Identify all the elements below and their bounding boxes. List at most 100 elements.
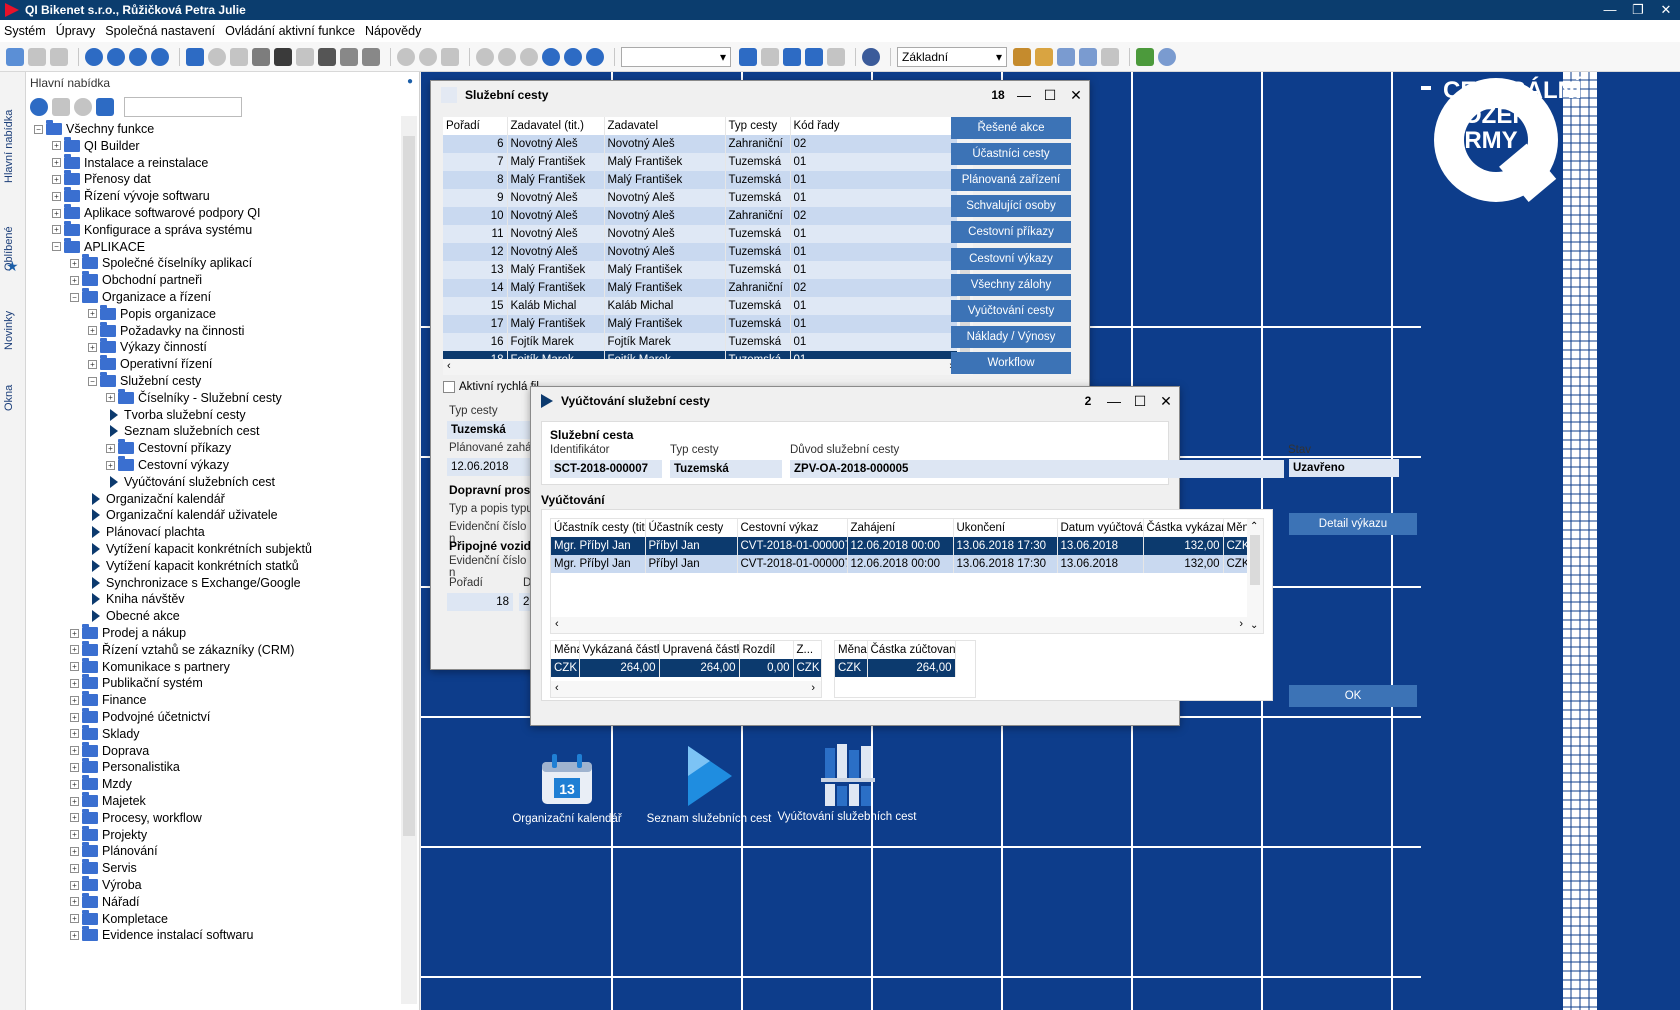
next-page-icon[interactable] bbox=[564, 47, 582, 66]
table-row[interactable]: 17 Malý František Malý František Tuzemská 01 bbox=[443, 315, 958, 333]
help-context-icon[interactable] bbox=[107, 47, 125, 66]
tree-item[interactable]: + Projekty bbox=[70, 825, 147, 844]
print-icon[interactable] bbox=[318, 47, 336, 66]
tree-item[interactable]: − Všechny funkce bbox=[34, 120, 154, 138]
column-header[interactable]: Datum vyúčtování bbox=[1057, 519, 1144, 537]
tree-item[interactable]: Organizační kalendář bbox=[88, 490, 225, 508]
prev-page-icon[interactable] bbox=[498, 47, 516, 66]
replace-icon[interactable] bbox=[296, 47, 314, 66]
view-export-icon[interactable] bbox=[1101, 47, 1119, 66]
quick-filter[interactable]: Aktivní rychlá fil bbox=[443, 381, 539, 393]
column-header[interactable]: Částka vykázaná bbox=[1143, 519, 1224, 537]
expand-icon[interactable]: + bbox=[70, 275, 79, 285]
tab-news[interactable]: Novinky bbox=[3, 300, 23, 360]
table-row[interactable]: 11 Novotný Aleš Novotný Aleš Tuzemská 01 bbox=[443, 225, 958, 243]
sort-icon[interactable] bbox=[783, 47, 801, 66]
expand-icon[interactable]: + bbox=[70, 914, 79, 924]
tree-item[interactable]: Kniha návštěv bbox=[88, 590, 185, 608]
table-row[interactable]: 9 Novotný Aleš Novotný Aleš Tuzemská 01 bbox=[443, 189, 958, 207]
pin-icon[interactable]: ● bbox=[407, 76, 413, 87]
ok-button[interactable]: OK bbox=[1289, 685, 1417, 707]
tree-item[interactable]: + Popis organizace bbox=[88, 304, 216, 323]
sort-az-icon[interactable] bbox=[96, 98, 114, 116]
trip-action-button[interactable]: Účastníci cesty bbox=[951, 143, 1071, 166]
menu-edit[interactable]: Úpravy bbox=[56, 24, 96, 38]
column-header[interactable]: Měna bbox=[835, 641, 868, 659]
expand-icon[interactable]: + bbox=[106, 460, 115, 470]
tree-item[interactable]: + Cestovní výkazy bbox=[106, 456, 229, 474]
globe-icon[interactable] bbox=[1158, 47, 1176, 66]
expand-icon[interactable]: + bbox=[52, 174, 61, 184]
trip-action-button[interactable]: Plánovaná zařízení bbox=[951, 169, 1071, 192]
filter-off-icon[interactable] bbox=[827, 47, 845, 66]
view-settings-icon[interactable] bbox=[1013, 47, 1031, 66]
collapse-icon[interactable]: − bbox=[34, 124, 43, 134]
check-icon[interactable] bbox=[208, 47, 226, 66]
trip-action-button[interactable]: Všechny zálohy bbox=[951, 273, 1071, 296]
column-header[interactable]: Zahájení bbox=[847, 519, 954, 537]
column-header[interactable]: Měna bbox=[1223, 519, 1248, 537]
table-row[interactable]: 12 Novotný Aleš Novotný Aleš Tuzemská 01 bbox=[443, 243, 958, 261]
close-button[interactable]: ✕ bbox=[1652, 2, 1680, 18]
tree-item[interactable]: + Finance bbox=[70, 691, 146, 709]
tree-item[interactable]: Plánovací plachta bbox=[88, 523, 205, 541]
table-row[interactable]: 13 Malý František Malý František Tuzemská 01 bbox=[443, 261, 958, 279]
expand-icon[interactable]: + bbox=[70, 830, 79, 840]
expand-icon[interactable]: + bbox=[52, 191, 61, 201]
trip-action-button[interactable]: Vyúčtování cesty bbox=[951, 299, 1071, 322]
expand-icon[interactable]: + bbox=[70, 712, 79, 722]
tree-item[interactable]: + Prodej a nákup bbox=[70, 624, 186, 642]
collapse-icon[interactable]: − bbox=[88, 376, 97, 386]
tree-item[interactable]: + Požadavky na činnosti bbox=[88, 321, 244, 340]
view-layout-icon[interactable] bbox=[1057, 47, 1075, 66]
expand-icon[interactable]: + bbox=[70, 880, 79, 890]
expand-icon[interactable]: + bbox=[70, 846, 79, 856]
expand-icon[interactable]: + bbox=[88, 326, 97, 336]
column-header[interactable]: Zadavatel bbox=[604, 117, 726, 135]
paste-icon[interactable] bbox=[50, 47, 68, 66]
expand-icon[interactable]: + bbox=[70, 645, 79, 655]
tree-item[interactable]: + Aplikace softwarové podpory QI bbox=[52, 204, 260, 222]
tree-item[interactable]: + Společné číselníky aplikací bbox=[70, 254, 252, 272]
remove-icon[interactable] bbox=[419, 47, 437, 66]
table-row[interactable]: 10 Novotný Aleš Novotný Aleš Zahraniční 02 bbox=[443, 207, 958, 225]
tree-item[interactable]: + Řízení vývoje softwaru bbox=[52, 187, 210, 205]
table-row[interactable]: 14 Malý František Malý František Zahraniční… bbox=[443, 279, 958, 297]
expand-icon[interactable]: + bbox=[70, 930, 79, 940]
copy-icon[interactable] bbox=[6, 47, 24, 66]
tree-item[interactable]: + Mzdy bbox=[70, 775, 132, 793]
expand-icon[interactable]: + bbox=[70, 729, 79, 739]
tree-item[interactable]: + Instalace a reinstalace bbox=[52, 153, 208, 172]
tree-item[interactable]: + Konfigurace a správa systému bbox=[52, 220, 252, 239]
send-icon[interactable] bbox=[362, 47, 380, 66]
cut-icon[interactable] bbox=[28, 47, 46, 66]
expand-icon[interactable]: + bbox=[106, 443, 115, 453]
tree-item[interactable]: Seznam služebních cest bbox=[106, 422, 260, 440]
tree-item[interactable]: Vytížení kapacit konkrétních statků bbox=[88, 557, 299, 575]
first-record-icon[interactable] bbox=[476, 47, 494, 66]
expand-icon[interactable]: + bbox=[106, 393, 115, 403]
tree-item[interactable]: Vyúčtování služebních cest bbox=[106, 473, 275, 491]
view-combo[interactable]: Základní ▾ bbox=[897, 46, 1007, 67]
help-icon[interactable] bbox=[85, 47, 103, 66]
horizontal-scrollbar[interactable]: ‹› bbox=[551, 681, 821, 697]
table-row[interactable]: 16 Fojtík Marek Fojtík Marek Tuzemská 01 bbox=[443, 333, 958, 351]
expand-icon[interactable]: + bbox=[70, 796, 79, 806]
export-icon[interactable] bbox=[340, 47, 358, 66]
table-row[interactable]: Mgr. Příbyl Jan Příbyl Jan CVT-2018-01-000… bbox=[551, 537, 1248, 555]
expand-icon[interactable]: + bbox=[70, 695, 79, 705]
tile-org-calendar[interactable]: 13 Organizační kalendář bbox=[497, 752, 637, 825]
tree-item[interactable]: + Doprava bbox=[70, 741, 149, 760]
tree-item[interactable]: + Plánování bbox=[70, 842, 158, 860]
tree-scrollbar[interactable] bbox=[401, 116, 417, 1004]
tree-item[interactable]: + Komunikace s partnery bbox=[70, 657, 230, 676]
menu-system[interactable]: Systém bbox=[4, 24, 46, 38]
column-header[interactable]: Měna bbox=[551, 641, 580, 659]
horizontal-scrollbar[interactable]: ‹› bbox=[443, 359, 957, 375]
tab-windows[interactable]: Okna bbox=[3, 378, 23, 418]
window-icon[interactable] bbox=[252, 47, 270, 66]
view-active-icon[interactable] bbox=[1079, 47, 1097, 66]
expand-icon[interactable]: + bbox=[88, 359, 97, 369]
tree-item[interactable]: Organizační kalendář uživatele bbox=[88, 506, 278, 524]
trip-action-button[interactable]: Cestovní výkazy bbox=[951, 247, 1071, 270]
